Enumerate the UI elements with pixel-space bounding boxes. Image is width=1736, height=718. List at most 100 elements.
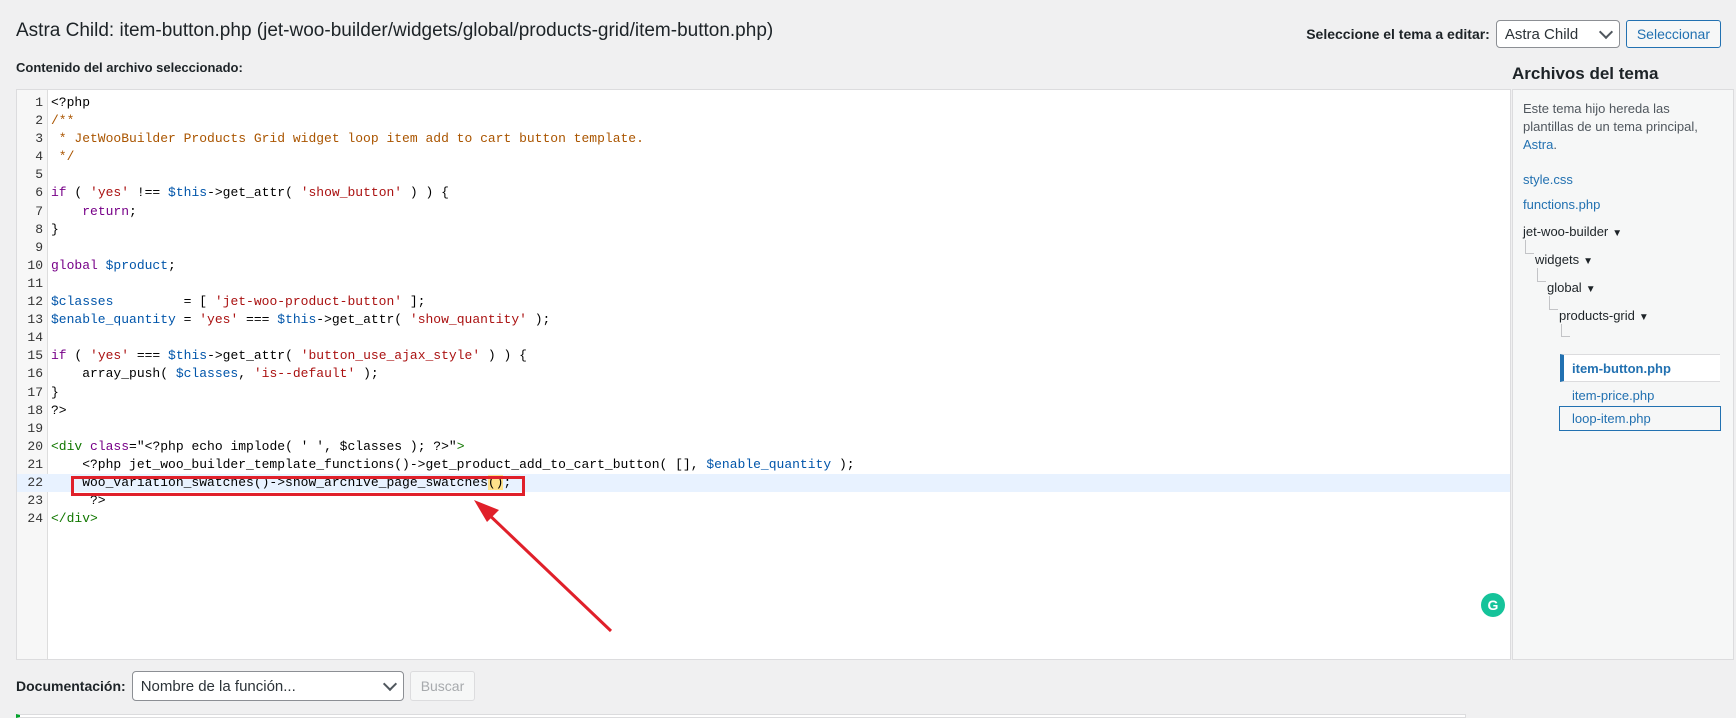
code-token: ( bbox=[66, 348, 91, 364]
code-line: 18 ?> bbox=[17, 402, 1510, 420]
theme-select[interactable]: Astra Child bbox=[1495, 20, 1620, 48]
code-line: 4 */ bbox=[17, 148, 1510, 166]
line-number: 17 bbox=[27, 384, 43, 400]
code-token: if bbox=[51, 348, 67, 364]
line-number: 22 bbox=[27, 474, 43, 490]
file-functions-php[interactable]: functions.php bbox=[1523, 197, 1600, 212]
code-text: */ bbox=[51, 149, 75, 165]
function-name-select[interactable]: Nombre de la función... bbox=[131, 671, 404, 701]
code-token: <?php jet_woo_builder_template_functions… bbox=[51, 456, 707, 472]
folder-label: jet-woo-builder bbox=[1523, 224, 1609, 239]
code-line: 19 bbox=[17, 420, 1510, 438]
code-token: , bbox=[238, 366, 254, 382]
line-number: 21 bbox=[27, 456, 43, 472]
line-number: 23 bbox=[27, 493, 43, 509]
code-line: 9 bbox=[17, 239, 1510, 257]
files-desc-text: Este tema hijo hereda las plantillas de … bbox=[1523, 101, 1698, 134]
code-text: if ( 'yes' === $this->get_attr( 'button_… bbox=[51, 347, 527, 365]
code-token: return bbox=[82, 203, 130, 219]
code-token: 'jet-woo-product-button' bbox=[214, 294, 403, 310]
highlight-box bbox=[71, 476, 525, 496]
line-number: 18 bbox=[27, 402, 43, 418]
code-token: $classes bbox=[51, 294, 114, 310]
line-number: 24 bbox=[27, 511, 43, 527]
file-item-button-php[interactable]: item-button.php bbox=[1560, 354, 1720, 382]
code-token: ( bbox=[66, 185, 91, 201]
code-text: <?php jet_woo_builder_template_functions… bbox=[51, 456, 855, 474]
line-number: 5 bbox=[35, 167, 43, 183]
code-line: 1 <?php bbox=[17, 94, 1510, 112]
code-line: 15 if ( 'yes' === $this->get_attr( 'butto… bbox=[17, 347, 1510, 365]
file-style-css[interactable]: style.css bbox=[1523, 172, 1573, 187]
code-text: } bbox=[51, 221, 59, 237]
tree-connector bbox=[1525, 240, 1534, 254]
code-token: ; bbox=[168, 257, 176, 273]
code-token: ); bbox=[831, 456, 855, 472]
tree-connector bbox=[1537, 268, 1546, 282]
code-token: $this bbox=[277, 312, 317, 328]
grammarly-icon[interactable]: G bbox=[1481, 593, 1505, 617]
code-token: === bbox=[238, 312, 278, 328]
content-label: Contenido del archivo seleccionado: bbox=[16, 60, 243, 75]
code-line: 7 return; bbox=[17, 203, 1510, 221]
code-token: ) ) { bbox=[480, 348, 527, 364]
folder-label: products-grid bbox=[1559, 308, 1635, 323]
code-editor[interactable]: 1 <?php 2 /** 3 * JetWooBuilder Products G… bbox=[16, 89, 1511, 660]
code-text: </div> bbox=[51, 511, 98, 527]
folder-label: widgets bbox=[1535, 252, 1580, 267]
code-text: <div class="<?php echo implode( ' ', $cl… bbox=[51, 438, 465, 456]
line-number: 2 bbox=[35, 113, 43, 129]
line-number: 10 bbox=[27, 257, 43, 273]
code-line: 24 </div> bbox=[17, 510, 1510, 528]
code-token: ); bbox=[526, 312, 551, 328]
select-theme-button[interactable]: Seleccionar bbox=[1625, 20, 1721, 48]
code-text: /** bbox=[51, 113, 75, 129]
code-token: = bbox=[175, 312, 200, 328]
line-number: 13 bbox=[27, 312, 43, 328]
code-line: 11 bbox=[17, 275, 1510, 293]
code-token: ->get_attr( bbox=[316, 312, 410, 328]
line-number: 12 bbox=[27, 294, 43, 310]
code-line: 5 bbox=[17, 166, 1510, 184]
code-token: = [ bbox=[113, 294, 215, 310]
code-token: $this bbox=[168, 185, 208, 201]
code-token: $product bbox=[105, 257, 169, 273]
code-line: 12 $classes = [ 'jet-woo-product-button' … bbox=[17, 293, 1510, 311]
line-number: 3 bbox=[35, 131, 43, 147]
folder-jet-woo-builder[interactable]: jet-woo-builder ▼ bbox=[1523, 224, 1622, 239]
code-token: $classes bbox=[175, 366, 239, 382]
theme-select-value: Astra Child bbox=[1504, 25, 1579, 43]
code-line: 17} bbox=[17, 384, 1510, 402]
line-number: 8 bbox=[35, 221, 43, 237]
code-line: 16 array_push( $classes, 'is--default' )… bbox=[17, 365, 1510, 383]
parent-theme-link[interactable]: Astra bbox=[1523, 137, 1553, 152]
code-token: <?php bbox=[51, 95, 91, 110]
bottom-notice bbox=[16, 714, 1466, 718]
code-line: 2 /** bbox=[17, 112, 1510, 130]
code-token: ) ) { bbox=[402, 185, 449, 201]
tree-connector bbox=[1561, 324, 1570, 337]
file-item-price-php[interactable]: item-price.php bbox=[1572, 388, 1654, 403]
code-token: 'yes' bbox=[90, 185, 130, 201]
code-token: ]; bbox=[402, 294, 426, 310]
folder-widgets[interactable]: widgets ▼ bbox=[1535, 252, 1593, 267]
tree-connector bbox=[1549, 296, 1558, 310]
code-line: 8} bbox=[17, 221, 1510, 239]
function-select-value: Nombre de la función... bbox=[140, 677, 296, 695]
files-box: Este tema hijo hereda las plantillas de … bbox=[1512, 89, 1734, 660]
code-line: 3 * JetWooBuilder Products Grid widget l… bbox=[17, 130, 1510, 148]
code-token: !== bbox=[129, 185, 169, 201]
file-loop-item-php[interactable]: loop-item.php bbox=[1559, 406, 1721, 431]
folder-products-grid[interactable]: products-grid ▼ bbox=[1559, 308, 1649, 323]
folder-global[interactable]: global ▼ bbox=[1547, 280, 1596, 295]
line-number: 16 bbox=[27, 366, 43, 382]
code-text: array_push( $classes, 'is--default' ); bbox=[51, 365, 378, 383]
line-number: 6 bbox=[35, 185, 43, 201]
code-lines: 1 <?php 2 /** 3 * JetWooBuilder Products G… bbox=[17, 94, 1510, 528]
files-desc-end: . bbox=[1553, 137, 1557, 152]
code-token: ->get_attr( bbox=[207, 185, 301, 201]
theme-files-panel: Archivos del tema Este tema hijo hereda … bbox=[1512, 62, 1736, 660]
search-docs-button[interactable]: Buscar bbox=[409, 671, 476, 701]
code-token: <div bbox=[51, 438, 83, 454]
